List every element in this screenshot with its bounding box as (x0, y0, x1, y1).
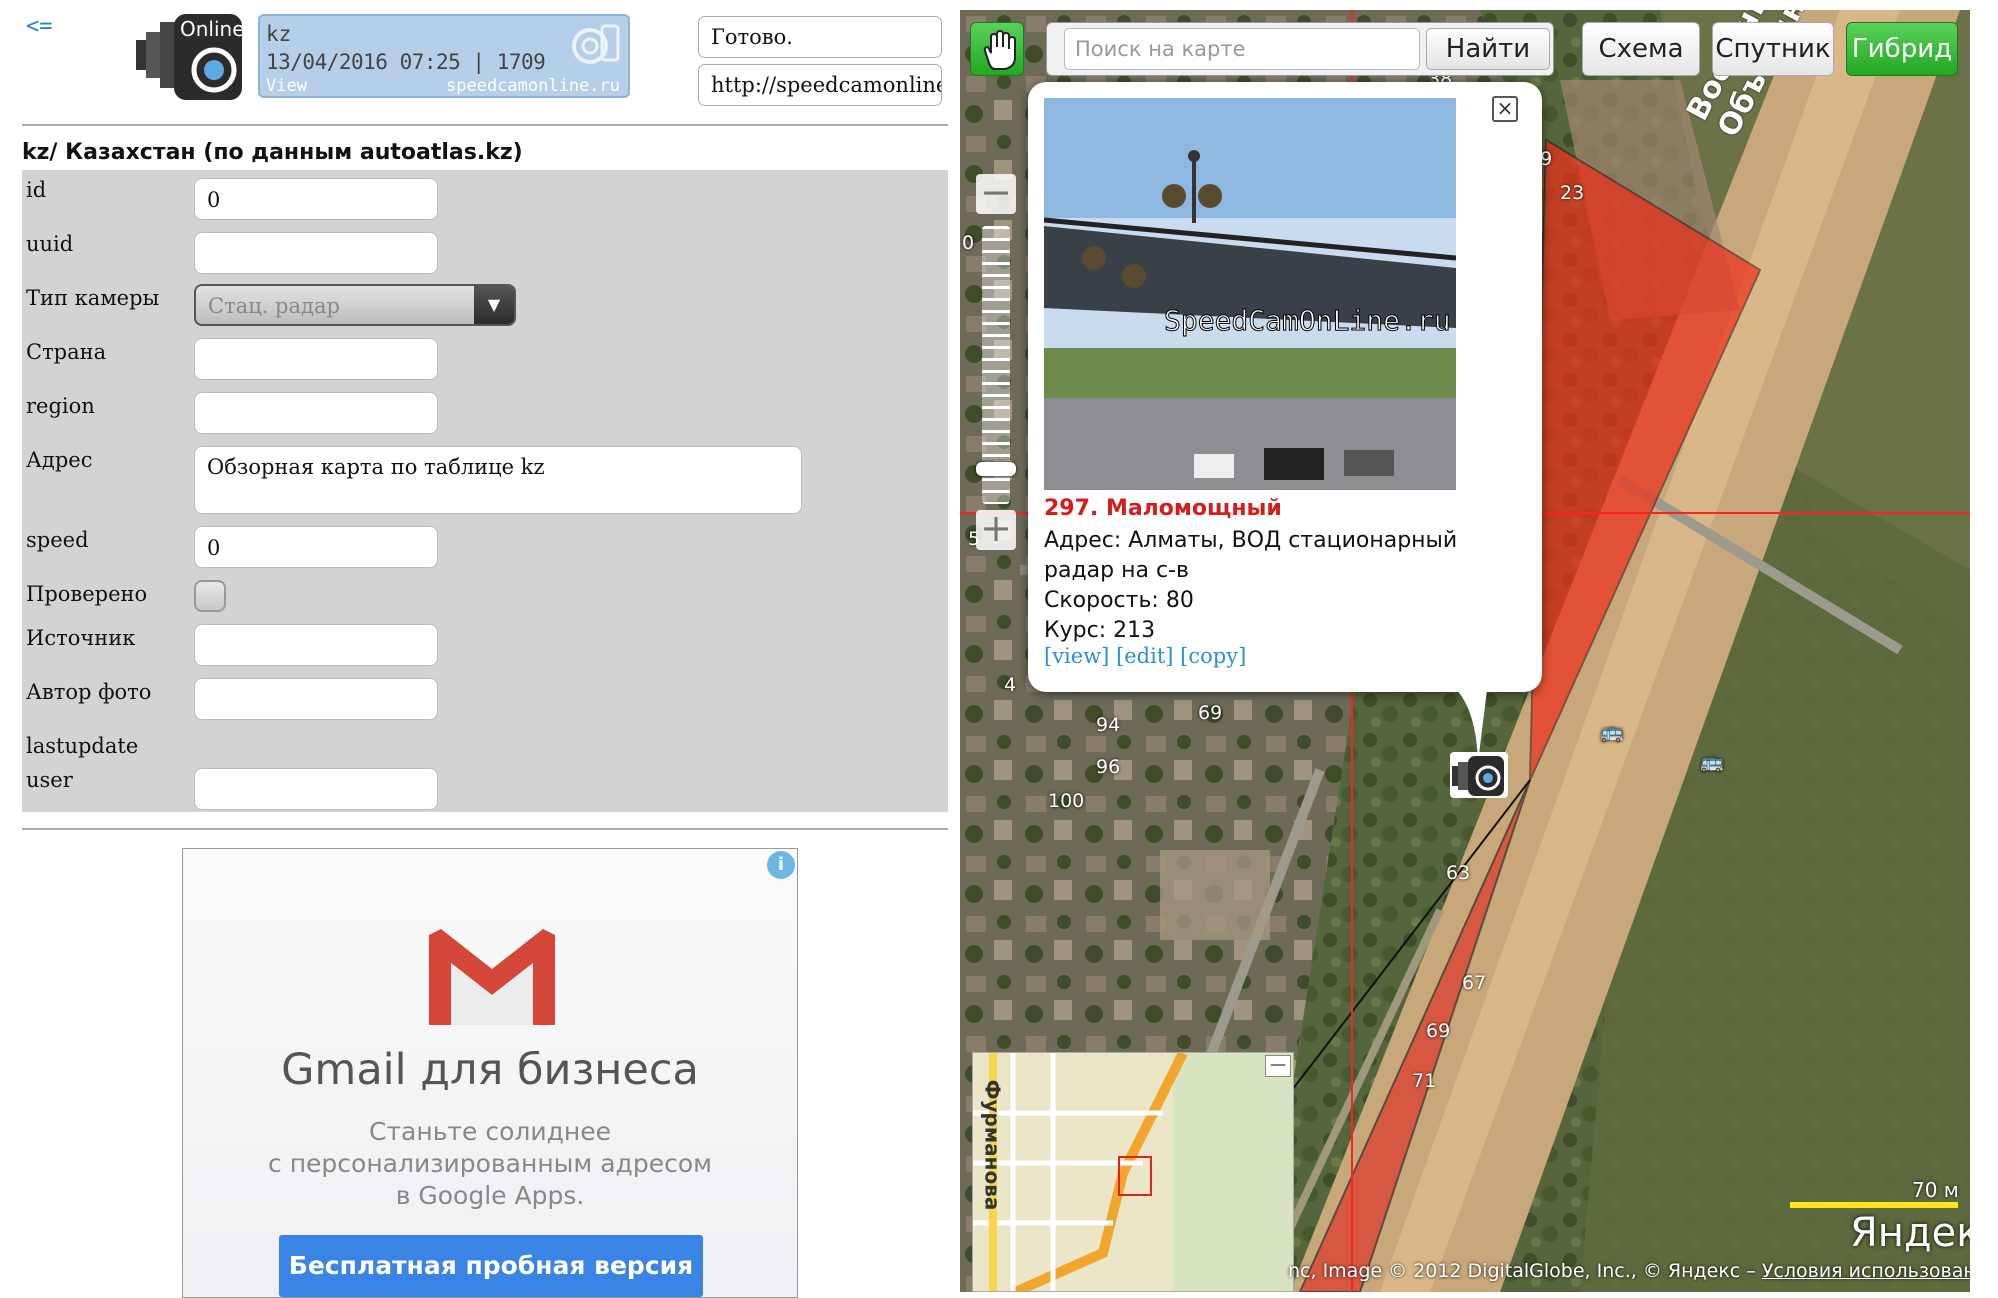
zoom-slider-thumb[interactable] (976, 462, 1016, 476)
camera-popup: × SpeedCamOnLine.ru 297. Маломощный Адре… (1028, 82, 1542, 762)
ad-info-icon[interactable]: i (767, 851, 795, 879)
map[interactable]: 🚌 🚌 Восточная Объездная 38 50 52 19 23 0… (960, 10, 1970, 1292)
house-number: 94 (1096, 714, 1121, 736)
label-photo-author: Автор фото (26, 680, 152, 704)
url-field[interactable]: http://speedcamonline.ru (698, 64, 942, 106)
house-number: 100 (1048, 790, 1085, 812)
scale-label: 70 м (1912, 1178, 1959, 1202)
minimap-roads (973, 1053, 1293, 1291)
section-title: kz/ Казахстан (по данным autoatlas.kz) (22, 140, 523, 165)
label-lastupdate: lastupdate (26, 734, 139, 758)
label-uuid: uuid (26, 232, 74, 256)
search-button[interactable]: Найти (1426, 28, 1550, 70)
source-field[interactable] (194, 624, 438, 666)
zoom-in-button[interactable]: + (976, 509, 1016, 550)
camera-type-value: Стац. радар (208, 294, 340, 318)
ad-line-2: с персонализированным адресом (268, 1149, 712, 1178)
overview-minimap[interactable]: Фурманова — (972, 1052, 1294, 1292)
house-number: 69 (1426, 1020, 1451, 1042)
camera-type-select[interactable]: Стац. радар ▼ (194, 284, 516, 326)
divider (22, 828, 948, 830)
speedcam-info-banner[interactable]: kz 13/04/2016 07:25 | 1709 View speedcam… (258, 14, 630, 98)
house-number: 69 (1198, 702, 1223, 724)
copy-link[interactable]: [copy] (1180, 644, 1246, 668)
drag-mode-button[interactable] (970, 22, 1024, 76)
popup-title: 297. Маломощный (1044, 496, 1282, 521)
camera-icon (572, 24, 620, 64)
divider (22, 124, 948, 126)
copyright-text: nc, Image © 2012 DigitalGlobe, Inc., © Я… (1288, 1260, 1762, 1282)
popup-links: [view] [edit] [copy] (1044, 644, 1246, 668)
label-region: region (26, 394, 95, 418)
house-number: 96 (1096, 756, 1121, 778)
close-icon[interactable]: × (1492, 96, 1518, 122)
photo-author-field[interactable] (194, 678, 438, 720)
status-field[interactable]: Готово. (698, 16, 942, 58)
label-verified: Проверено (26, 582, 148, 606)
id-field[interactable]: 0 (194, 178, 438, 220)
layer-scheme-button[interactable]: Схема (1582, 22, 1700, 76)
ad-line-3: в Google Apps. (395, 1181, 585, 1210)
ad-cta-button[interactable]: Бесплатная пробная версия (279, 1235, 703, 1297)
edit-link[interactable]: [edit] (1116, 644, 1173, 668)
edit-panel: <= Online kz 13/04/2016 07:25 | 1709 Vie… (0, 0, 960, 1298)
minimize-icon[interactable]: — (1265, 1055, 1291, 1077)
zoom-out-button[interactable]: − (976, 173, 1016, 214)
speedcam-logo: Online (136, 14, 245, 100)
label-address: Адрес (26, 448, 93, 472)
camera-photo[interactable]: SpeedCamOnLine.ru (1044, 98, 1456, 490)
popup-speed: Скорость: 80 (1044, 588, 1194, 613)
house-number: 23 (1560, 182, 1585, 204)
banner-datetime: 13/04/2016 07:25 | 1709 (266, 50, 546, 74)
label-source: Источник (26, 626, 136, 650)
photo-watermark: SpeedCamOnLine.ru (1164, 304, 1451, 337)
scale-bar (1790, 1202, 1958, 1208)
ad-line-1: Станьте солиднее (369, 1117, 611, 1146)
ad-title: Gmail для бизнеса (281, 1045, 699, 1095)
search-input[interactable]: Поиск на карте (1064, 28, 1420, 70)
layer-hybrid-button[interactable]: Гибрид (1846, 22, 1958, 76)
bus-stop-icon[interactable]: 🚌 (1700, 750, 1724, 773)
uuid-field[interactable] (194, 232, 438, 274)
gmail-ad[interactable]: i Gmail для бизнеса Станьте солиднее с п… (182, 848, 798, 1298)
popup-course: Курс: 213 (1044, 618, 1156, 643)
bus-stop-icon[interactable]: 🚌 (1600, 720, 1624, 743)
layer-satellite-button[interactable]: Спутник (1712, 22, 1834, 76)
popup-tail (1448, 682, 1488, 762)
label-user: user (26, 768, 73, 792)
country-field[interactable] (194, 338, 438, 380)
chevron-down-icon[interactable]: ▼ (474, 286, 514, 324)
popup-address-2: радар на с-в (1044, 558, 1189, 583)
house-number: 71 (1412, 1070, 1437, 1092)
house-number: 63 (1446, 862, 1471, 884)
label-id: id (26, 178, 47, 202)
house-number: 4 (1004, 674, 1017, 696)
user-field[interactable] (194, 768, 438, 810)
label-camera-type: Тип камеры (26, 286, 160, 310)
banner-country: kz (266, 22, 292, 46)
popup-address: Адрес: Алматы, ВОД стационарный (1044, 528, 1458, 553)
label-country: Страна (26, 340, 107, 364)
map-copyright: nc, Image © 2012 DigitalGlobe, Inc., © Я… (1288, 1260, 1970, 1282)
terms-link[interactable]: Условия использования (1762, 1260, 1970, 1282)
house-number: 0 (962, 232, 975, 254)
gmail-icon (429, 929, 555, 1025)
yandex-logo: Яндекс (1850, 1210, 1970, 1256)
house-number: 67 (1462, 972, 1487, 994)
hand-icon (983, 29, 1016, 70)
label-speed: speed (26, 528, 89, 552)
region-field[interactable] (194, 392, 438, 434)
logo-text: Online (180, 17, 245, 41)
verified-checkbox[interactable] (194, 580, 226, 612)
zoom-control[interactable]: − + (976, 173, 1016, 564)
minimap-street-label: Фурманова (980, 1079, 1005, 1211)
view-link[interactable]: [view] (1044, 644, 1109, 668)
back-link[interactable]: <= (26, 14, 53, 39)
address-field[interactable]: Обзорная карта по таблице kz (194, 446, 802, 514)
speed-field[interactable]: 0 (194, 526, 438, 568)
camera-marker-icon[interactable] (1450, 752, 1508, 798)
banner-site: speedcamonline.ru (446, 76, 620, 96)
banner-view: View (266, 76, 307, 96)
